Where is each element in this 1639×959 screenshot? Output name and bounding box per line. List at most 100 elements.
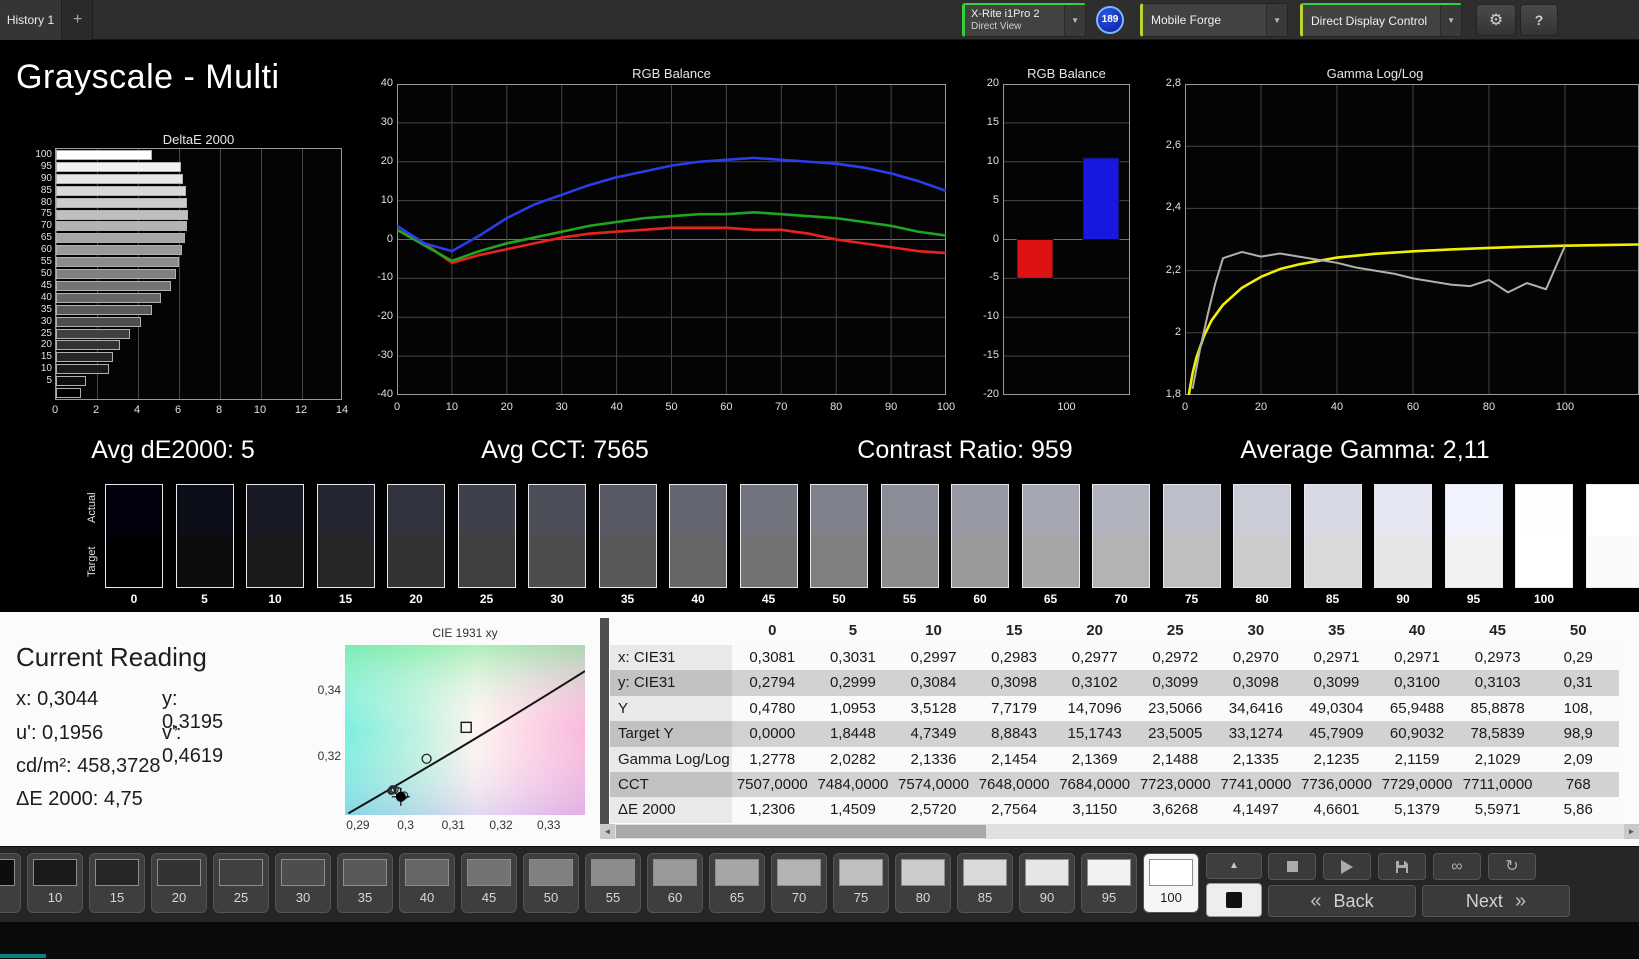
meter-dropdown[interactable]: X-Rite i1Pro 2 Direct View ▼ [962,3,1086,37]
scroll-right-button[interactable]: ► [1624,824,1639,839]
calibration-app: History 1 + X-Rite i1Pro 2 Direct View ▼… [0,0,1639,959]
table-horizontal-scrollbar[interactable]: ◄ ► [600,824,1639,839]
table-row-label: y: CIE31 [610,670,732,695]
deltae-xtick-label: 0 [43,404,67,416]
level-button-30[interactable]: 30 [275,853,331,913]
deltae-ytick-label: 55 [22,256,52,268]
rgb-balance-chart [397,84,946,395]
table-cell: 7484,0000 [813,772,894,797]
rgb-balance-chart-title: RGB Balance [397,66,946,81]
display-control-dropdown[interactable]: Direct Display Control ▼ [1300,3,1462,37]
history-tab[interactable]: History 1 [0,0,62,40]
deltae-ytick-label: 65 [22,232,52,244]
continuous-measure-button[interactable]: ∞ [1433,853,1481,880]
level-button-10[interactable]: 10 [27,853,83,913]
back-button[interactable]: « Back [1268,885,1416,917]
level-button-70[interactable]: 70 [771,853,827,913]
level-patch [839,859,883,886]
swatch-actual [459,485,515,536]
table-cell: 2,1336 [893,747,974,772]
level-button-25[interactable]: 25 [213,853,269,913]
level-button-75[interactable]: 75 [833,853,889,913]
swatch-level-label: 40 [663,592,733,606]
deltae-chart: 1009590858075706560555045403530252015105 [55,148,342,400]
level-button-40[interactable]: 40 [399,853,455,913]
rgb-xtick-label: 0 [385,401,409,413]
grayscale-swatch-5 [176,484,234,588]
level-button-5[interactable]: 5 [0,853,21,913]
scrollbar-thumb[interactable] [616,825,986,838]
deltae-bar [56,388,81,398]
rgb-xtick-label: 100 [934,401,958,413]
level-button-15[interactable]: 15 [89,853,145,913]
level-button-95[interactable]: 95 [1081,853,1137,913]
table-cell: 2,1029 [1457,747,1538,772]
pattern-window-button[interactable] [1206,883,1262,917]
gamma-yaxis: 2,82,62,42,221,8 [1141,84,1181,395]
avg-de2000-stat: Avg dE2000: 5 [8,436,338,465]
pattern-source-dropdown[interactable]: Mobile Forge ▼ [1140,3,1288,37]
stop-button[interactable] [1268,853,1316,880]
rgb-bars-yaxis: 20151050-5-10-15-20 [961,84,999,395]
gamma-ytick-label: 2,8 [1141,77,1181,89]
save-button[interactable] [1378,853,1426,880]
table-cell: 2,1159 [1377,747,1458,772]
rgb-bars-ytick-label: -15 [961,349,999,361]
table-cell: 14,7096 [1054,696,1135,721]
top-toolbar: History 1 + X-Rite i1Pro 2 Direct View ▼… [0,0,1639,40]
level-button-60[interactable]: 60 [647,853,703,913]
table-cell: 0,3102 [1054,670,1135,695]
level-button-20[interactable]: 20 [151,853,207,913]
table-cell: 0,2970 [1216,645,1297,670]
swatch-actual [1446,485,1502,536]
table-cell: 49,0304 [1296,696,1377,721]
pattern-window-icon [1226,892,1242,908]
loop-button[interactable]: ↻ [1488,853,1536,880]
table-column-header: 10 [893,618,974,644]
level-button-90[interactable]: 90 [1019,853,1075,913]
level-patch [1087,859,1131,886]
avg-gamma-stat: Average Gamma: 2,11 [1180,436,1550,465]
avg-cct-stat: Avg CCT: 7565 [400,436,730,465]
swatch-level-label: 60 [945,592,1015,606]
table-row-label: Gamma Log/Log [610,747,732,772]
level-button-65[interactable]: 65 [709,853,765,913]
settings-button[interactable]: ⚙ [1476,4,1516,36]
grayscale-swatch-55 [881,484,939,588]
level-button-35[interactable]: 35 [337,853,393,913]
deltae-ytick-label: 15 [22,351,52,363]
table-cell: 0,3031 [813,645,894,670]
up-triangle-icon: ▲ [1229,860,1239,871]
level-button-45[interactable]: 45 [461,853,517,913]
level-patch [963,859,1007,886]
level-button-85[interactable]: 85 [957,853,1013,913]
rgb-ytick-label: 0 [355,233,393,245]
level-button-50[interactable]: 50 [523,853,579,913]
swatch-level-label: 50 [804,592,874,606]
deltae-bar [56,257,179,267]
grayscale-swatch-35 [599,484,657,588]
add-tab-button[interactable]: + [63,0,93,40]
table-row: Gamma Log/Log1,27782,02822,13362,14542,1… [610,747,1619,772]
level-button-80[interactable]: 80 [895,853,951,913]
play-button[interactable] [1323,853,1371,880]
grayscale-swatch-100 [1515,484,1573,588]
level-button-55[interactable]: 55 [585,853,641,913]
table-cell: 85,8878 [1457,696,1538,721]
level-label: 30 [276,890,330,905]
table-cell: 4,1497 [1216,797,1297,822]
help-button[interactable]: ? [1520,4,1558,36]
next-button[interactable]: Next » [1422,885,1570,917]
grayscale-swatch-40 [669,484,727,588]
table-cell: 7648,0000 [974,772,1055,797]
table-cell: 0,2999 [813,670,894,695]
level-button-100[interactable]: 100 [1143,853,1199,913]
expand-levels-button[interactable]: ▲ [1206,853,1262,879]
deltae-ytick-label: 25 [22,328,52,340]
grayscale-swatch-25 [458,484,516,588]
deltae-bar [56,329,130,339]
scroll-left-button[interactable]: ◄ [600,824,615,839]
reading-u: u': 0,1956 [16,722,103,744]
table-cell: 0,29 [1538,645,1619,670]
deltae-ytick-label: 20 [22,339,52,351]
